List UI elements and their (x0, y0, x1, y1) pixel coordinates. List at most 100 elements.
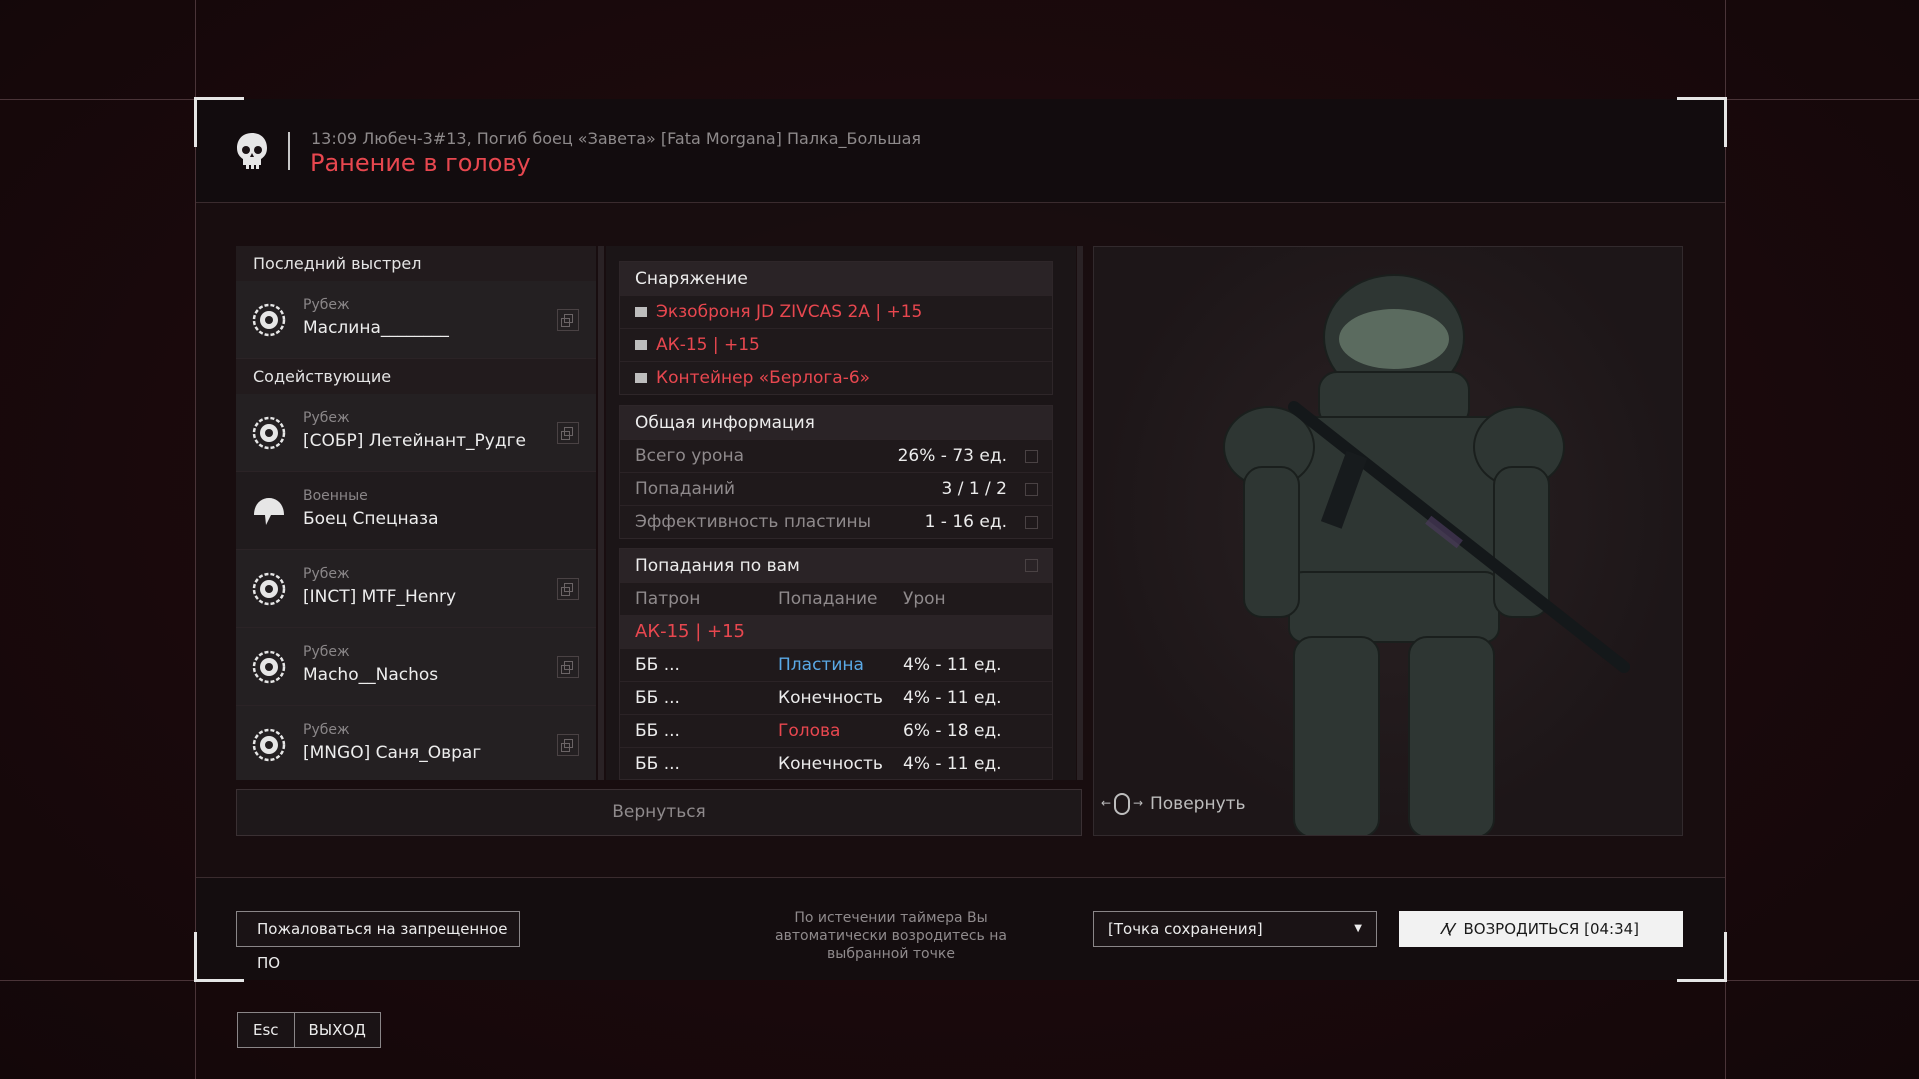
esc-key-label: Esc (238, 1013, 295, 1047)
container-icon (635, 373, 647, 383)
spawn-point-select[interactable]: [Точка сохранения] ▼ (1093, 911, 1377, 947)
hit-damage: 4% - 11 ед. (903, 688, 1002, 708)
faction-label: Рубеж (303, 297, 350, 313)
assist-row[interactable]: Рубеж [MNGO] Саня_Овраг (236, 706, 596, 780)
killer-row[interactable]: Рубеж Маслина________ (236, 281, 596, 359)
last-shot-title: Последний выстрел (236, 246, 596, 281)
copy-icon[interactable] (557, 656, 579, 678)
respawn-footer: Пожаловаться на запрещенное ПО По истече… (196, 877, 1725, 980)
info-label: Попаданий (635, 479, 736, 499)
mouse-icon (1101, 793, 1143, 815)
col-damage: Урон (903, 589, 946, 609)
hits-title: Попадания по вам (620, 549, 1052, 582)
hits-table-header: Патрон Попадание Урон (620, 582, 1052, 615)
bg-divider (0, 980, 196, 981)
help-icon[interactable] (1025, 516, 1038, 529)
rubezh-faction-icon (252, 303, 286, 337)
assist-row[interactable]: Рубеж [INCT] MTF_Henry (236, 550, 596, 628)
frame-corner (194, 97, 244, 147)
info-row: Всего урона 26% - 73 ед. (620, 439, 1052, 472)
bg-divider (1725, 0, 1726, 1079)
faction-label: Рубеж (303, 410, 350, 426)
hit-row: ББ ... Конечность 4% - 11 ед. (620, 747, 1052, 779)
equipment-item-label: АК-15 | +15 (656, 335, 760, 355)
equipment-item: Контейнер «Берлога-6» (620, 361, 1052, 394)
hit-row: ББ ... Голова 6% - 18 ед. (620, 714, 1052, 747)
pulse-icon: ⁄\⁄ (1442, 920, 1454, 938)
player-name: [MNGO] Саня_Овраг (303, 743, 482, 763)
general-info-title: Общая информация (620, 406, 1052, 439)
exoskeleton-soldier-image (1223, 274, 1630, 835)
armor-icon (635, 307, 647, 317)
info-row: Попаданий 3 / 1 / 2 (620, 472, 1052, 505)
faction-label: Рубеж (303, 644, 350, 660)
info-value: 1 - 16 ед. (924, 512, 1007, 532)
bg-divider (1725, 99, 1919, 100)
exit-button[interactable]: Esc ВЫХОД (237, 1012, 381, 1048)
spawn-point-value: [Точка сохранения] (1108, 920, 1263, 938)
equipment-item: АК-15 | +15 (620, 328, 1052, 361)
military-helmet-icon (254, 498, 284, 525)
assist-row[interactable]: Рубеж [СОБР] Летейнант_Рудге (236, 394, 596, 472)
assist-row[interactable]: Военные Боец Спецназа (236, 472, 596, 550)
respawn-label: ВОЗРОДИТЬСЯ [04:34] (1463, 920, 1640, 938)
death-details[interactable]: Снаряжение Экзоброня JD ZIVCAS 2A | +15 … (606, 246, 1076, 780)
hit-location: Пластина (778, 655, 864, 675)
equipment-item-label: Экзоброня JD ZIVCAS 2A | +15 (656, 302, 923, 322)
general-info-box: Общая информация Всего урона 26% - 73 ед… (619, 405, 1053, 539)
hit-damage: 4% - 11 ед. (903, 754, 1002, 774)
back-button[interactable]: Вернуться (236, 789, 1082, 836)
hit-row: ББ ... Конечность 4% - 11 ед. (620, 681, 1052, 714)
rifle-icon (635, 340, 647, 350)
hit-ammo: ББ ... (635, 754, 680, 774)
rubezh-faction-icon (252, 650, 286, 684)
hits-box: Попадания по вам Патрон Попадание Урон А… (619, 548, 1053, 780)
death-event-text: 13:09 Любеч-3#13, Погиб боец «Завета» [F… (311, 129, 922, 148)
faction-label: Рубеж (303, 566, 350, 582)
rubezh-faction-icon (252, 416, 286, 450)
exit-label: ВЫХОД (308, 1021, 366, 1039)
player-name: Маслина________ (303, 318, 449, 338)
rotate-label: Повернуть (1150, 794, 1246, 814)
respawn-button[interactable]: ⁄\⁄ ВОЗРОДИТЬСЯ [04:34] (1399, 911, 1683, 947)
player-name: Macho__Nachos (303, 665, 439, 685)
equipment-title: Снаряжение (620, 262, 1052, 295)
player-name: [INCT] MTF_Henry (303, 587, 457, 607)
hit-damage: 6% - 18 ед. (903, 721, 1002, 741)
help-icon[interactable] (1025, 483, 1038, 496)
equipment-item: Экзоброня JD ZIVCAS 2A | +15 (620, 295, 1052, 328)
bg-divider (1725, 980, 1919, 981)
info-value: 3 / 1 / 2 (941, 479, 1007, 499)
player-name: [СОБР] Летейнант_Рудге (303, 431, 526, 451)
help-icon[interactable] (1025, 450, 1038, 463)
rotate-hint: Повернуть (1101, 793, 1246, 815)
rubezh-faction-icon (252, 572, 286, 606)
report-cheat-button[interactable]: Пожаловаться на запрещенное ПО (236, 911, 520, 972)
hits-title-text: Попадания по вам (635, 556, 800, 576)
death-header: 13:09 Любеч-3#13, Погиб боец «Завета» [F… (196, 99, 1725, 203)
hits-rows: ББ ... Пластина 4% - 11 ед. ББ ... Конечност… (620, 648, 1052, 779)
assist-row[interactable]: Рубеж Macho__Nachos (236, 628, 596, 706)
copy-icon[interactable] (557, 422, 579, 444)
death-screen-panel: 13:09 Любеч-3#13, Погиб боец «Завета» [F… (194, 97, 1727, 982)
copy-icon[interactable] (557, 734, 579, 756)
info-label: Всего урона (635, 446, 744, 466)
killers-list[interactable]: Последний выстрел Рубеж Маслина________ … (236, 246, 596, 780)
copy-icon[interactable] (557, 578, 579, 600)
hit-location: Конечность (778, 754, 883, 774)
hits-weapon: АК-15 | +15 (620, 615, 1052, 648)
frame-corner (194, 932, 244, 982)
col-hit: Попадание (778, 589, 878, 609)
timer-note: По истечении таймера Вы автоматически во… (775, 910, 1007, 962)
faction-label: Рубеж (303, 722, 350, 738)
killers-scrollbar[interactable] (598, 246, 604, 780)
col-ammo: Патрон (635, 589, 701, 609)
info-row: Эффективность пластины 1 - 16 ед. (620, 505, 1052, 538)
hit-damage: 4% - 11 ед. (903, 655, 1002, 675)
character-preview[interactable]: Повернуть (1093, 246, 1683, 836)
copy-icon[interactable] (557, 309, 579, 331)
details-scrollbar[interactable] (1077, 246, 1083, 780)
help-icon[interactable] (1025, 559, 1038, 572)
hit-ammo: ББ ... (635, 721, 680, 741)
bg-divider (0, 99, 196, 100)
